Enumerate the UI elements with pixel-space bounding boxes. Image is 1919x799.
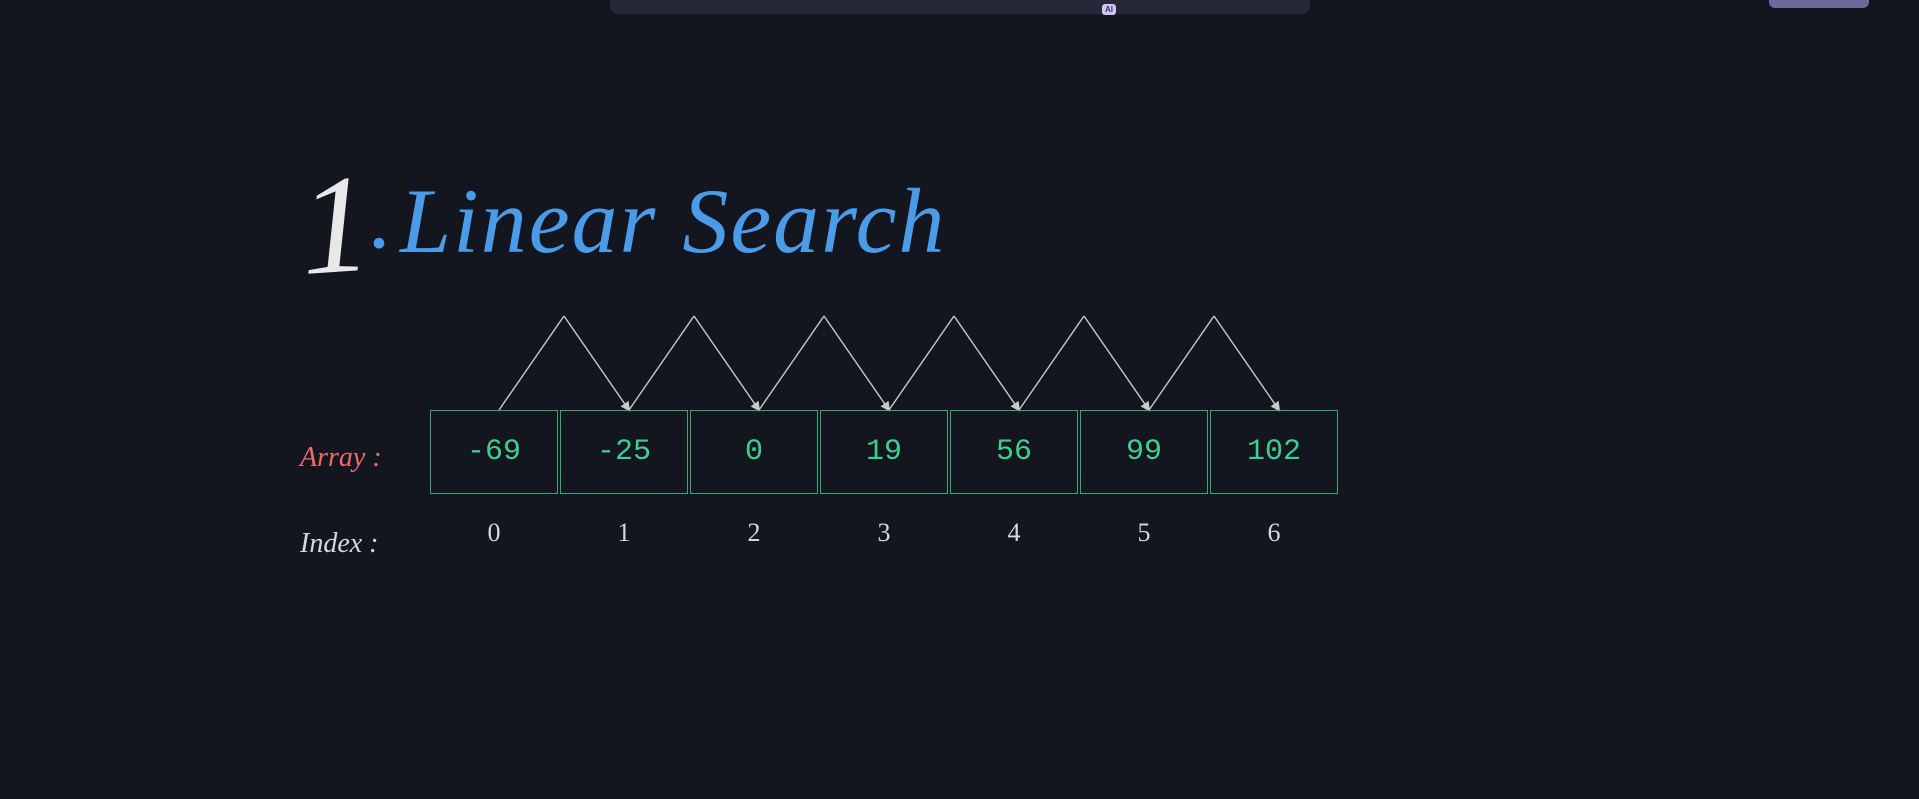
array-label: Array :: [300, 442, 382, 474]
arrow-up: [499, 316, 564, 410]
top-bar: AI: [0, 0, 1919, 14]
array-cell: 56: [950, 410, 1078, 494]
title: 1 · Linear Search: [300, 120, 1300, 310]
arrow-up: [1019, 316, 1084, 410]
arrow-down: [954, 316, 1019, 410]
arrow-down: [694, 316, 759, 410]
index-value: 5: [1080, 518, 1208, 548]
arrow-down: [824, 316, 889, 410]
title-text: Linear Search: [400, 168, 946, 274]
index-value: 0: [430, 518, 558, 548]
arrow-up: [889, 316, 954, 410]
array-cell: 99: [1080, 410, 1208, 494]
traversal-arrows: [430, 312, 1350, 412]
index-label: Index :: [300, 528, 379, 560]
title-dot: ·: [364, 192, 394, 295]
index-value: 1: [560, 518, 688, 548]
arrow-down: [1084, 316, 1149, 410]
array-cells: -69-250195699102: [430, 410, 1338, 494]
index-row: 0123456: [430, 518, 1338, 548]
top-right-control: [1769, 0, 1869, 8]
array-cell: 0: [690, 410, 818, 494]
arrow-down: [1214, 316, 1279, 410]
array-cell: -69: [430, 410, 558, 494]
index-value: 6: [1210, 518, 1338, 548]
array-cell: 19: [820, 410, 948, 494]
index-value: 3: [820, 518, 948, 548]
ai-badge: AI: [1102, 4, 1116, 15]
index-value: 4: [950, 518, 1078, 548]
url-bar-placeholder: [610, 0, 1310, 14]
array-cell: -25: [560, 410, 688, 494]
arrow-up: [629, 316, 694, 410]
array-cell: 102: [1210, 410, 1338, 494]
arrow-up: [1149, 316, 1214, 410]
arrow-down: [564, 316, 629, 410]
title-number: 1: [294, 142, 369, 307]
arrow-up: [759, 316, 824, 410]
index-value: 2: [690, 518, 818, 548]
